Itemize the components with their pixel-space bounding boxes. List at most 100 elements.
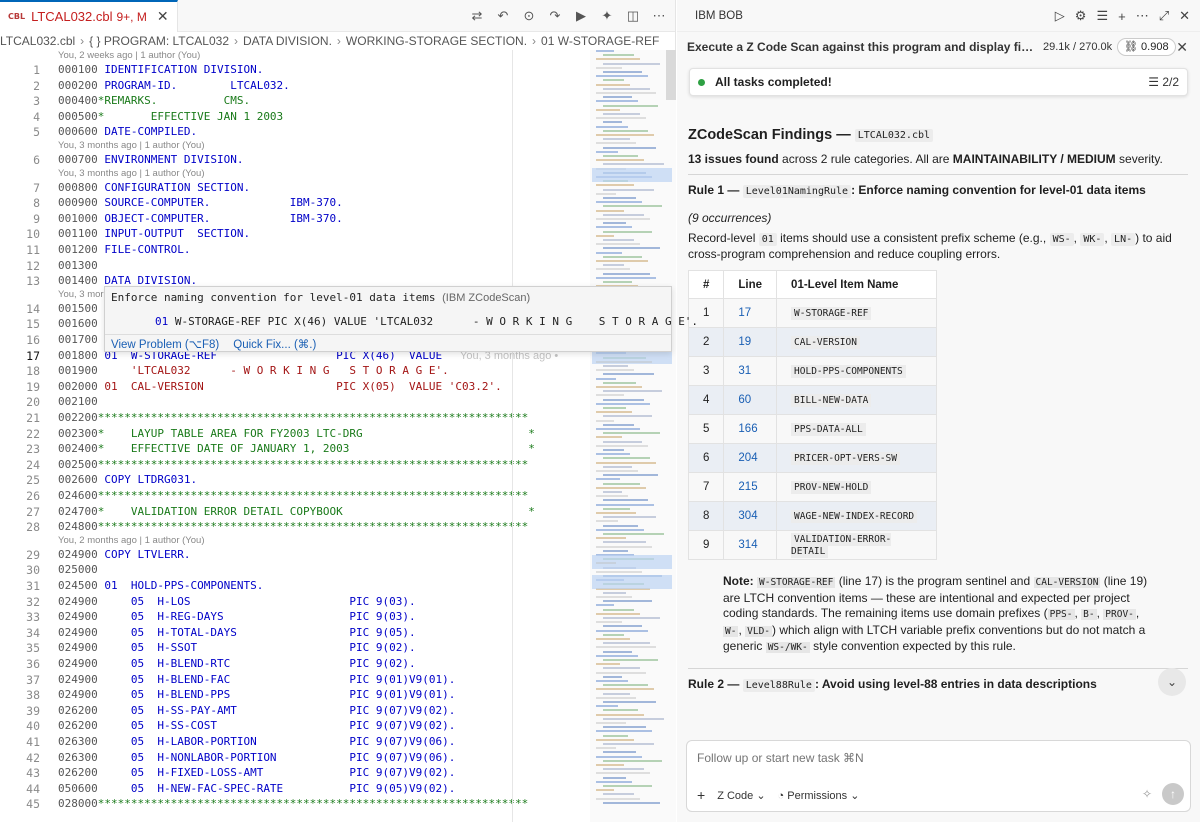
git-blame-annotation[interactable]: You, 2 months ago | 1 author (You) [58, 535, 204, 547]
code-line[interactable]: 41 026300 05 H-LABOR-PORTION PIC 9(07)V9(… [0, 734, 586, 750]
code-line[interactable]: 1 000100 IDENTIFICATION DIVISION. [0, 62, 586, 78]
cell-line-link[interactable]: 60 [723, 385, 778, 415]
code-line[interactable]: 21 002200********************************… [0, 410, 586, 426]
git-blame-annotation[interactable]: You, 2 weeks ago | 1 author (You) [58, 50, 200, 62]
close-task-icon[interactable]: ✕ [1176, 39, 1188, 56]
sparkle-icon[interactable]: ✧ [1142, 787, 1152, 801]
cell-line-link[interactable]: 19 [723, 327, 778, 357]
wand-icon[interactable]: ✦ [599, 8, 615, 24]
code-area[interactable]: You, 2 weeks ago | 1 author (You) 1 000100… [0, 50, 586, 822]
code-line[interactable]: 37 024900 05 H-BLEND-FAC PIC 9(01)V9(01). [0, 672, 586, 688]
scrollbar-thumb[interactable] [666, 50, 676, 100]
code-line[interactable]: 24 002500********************************… [0, 457, 586, 473]
breadcrumb-item[interactable]: 01 W-STORAGE-REF [541, 34, 659, 48]
code-line[interactable]: 30 025000 [0, 562, 586, 578]
plus-icon[interactable]: + [697, 787, 705, 803]
git-blame-annotation[interactable]: You, 3 months ago | 1 author (You) [58, 168, 204, 180]
code-line[interactable]: 25 002600 COPY LTDRG031. [0, 472, 586, 488]
code-line[interactable]: 22 002300* LAYUP TABLE AREA FOR FY2003 LT… [0, 426, 586, 442]
task-bar[interactable]: Execute a Z Code Scan against this progr… [677, 32, 1200, 62]
minimap-line [603, 239, 634, 241]
quick-fix-link[interactable]: Quick Fix... (⌘.) [233, 337, 316, 351]
code-line[interactable]: 45 028000********************************… [0, 796, 586, 812]
code-line[interactable]: 4 000500* EFFECTIVE JAN 1 2003 [0, 109, 586, 125]
play-icon[interactable]: ▷ [1055, 8, 1065, 24]
cell-line-link[interactable]: 215 [723, 472, 778, 502]
code-line[interactable]: 6 000700 ENVIRONMENT DIVISION. [0, 152, 586, 168]
minimap-line [603, 726, 646, 729]
minimap-line [603, 608, 634, 611]
code-line[interactable]: 35 024900 05 H-SSOT PIC 9(02). [0, 640, 586, 656]
view-problem-link[interactable]: View Problem (⌥F8) [111, 337, 219, 351]
code-line[interactable]: 27 024700* VALIDATION ERROR DETAIL COPYBO… [0, 504, 586, 520]
code-line[interactable]: 20 002100 [0, 394, 586, 410]
breadcrumb-file[interactable]: LTCAL032.cbl [0, 34, 75, 48]
dot-icon[interactable]: ⊙ [521, 8, 537, 24]
code-line[interactable]: 2 000200 PROGRAM-ID. LTCAL032. [0, 78, 586, 94]
code-line[interactable]: 43 026200 05 H-FIXED-LOSS-AMT PIC 9(07)V9… [0, 765, 586, 781]
close-icon[interactable]: ✕ [1179, 8, 1190, 24]
cell-line-link[interactable]: 204 [723, 443, 778, 473]
compare-icon[interactable]: ⇄ [469, 8, 485, 24]
findings-content[interactable]: ZCodeScan Findings — LTCAL032.cbl 13 iss… [677, 118, 1200, 712]
plus-icon[interactable]: + [1118, 9, 1126, 24]
task-status-card[interactable]: All tasks completed! ☰ 2/2 [689, 68, 1188, 96]
breadcrumb-working-storage[interactable]: WORKING-STORAGE SECTION. [346, 34, 527, 48]
mode-select[interactable]: Z Code ⌄ [717, 789, 765, 802]
go-forward-icon[interactable]: ↷ [547, 8, 563, 24]
cell-line-link[interactable]: 304 [723, 501, 778, 531]
go-back-icon[interactable]: ↶ [495, 8, 511, 24]
cell-line-link[interactable]: 314 [723, 530, 778, 560]
send-button[interactable]: ↑ [1162, 783, 1184, 805]
code-line[interactable]: 29 024900 COPY LTVLERR. [0, 547, 586, 563]
breadcrumb-data-division[interactable]: DATA DIVISION. [243, 34, 332, 48]
code-line[interactable]: 10 001100 INPUT-OUTPUT SECTION. [0, 226, 586, 242]
code-line[interactable]: 11 001200 FILE-CONTROL. [0, 242, 586, 258]
checklist-icon[interactable]: ☰ [1096, 8, 1108, 24]
code-line[interactable]: 8 000900 SOURCE-COMPUTER. IBM-370. [0, 195, 586, 211]
code-line[interactable]: 38 024900 05 H-BLEND-PPS PIC 9(01)V9(01). [0, 687, 586, 703]
minimap-line [603, 398, 644, 401]
cell-line-link[interactable]: 17 [723, 298, 778, 328]
code-line[interactable]: 7 000800 CONFIGURATION SECTION. [0, 180, 586, 196]
code-line[interactable]: 42 026300 05 H-NONLABOR-PORTION PIC 9(07)… [0, 750, 586, 766]
more-icon[interactable]: ⋯ [651, 8, 667, 24]
code-line[interactable]: 3 000400*REMARKS. CMS. [0, 93, 586, 109]
minimap-line [596, 671, 646, 674]
cell-line-link[interactable]: 31 [723, 356, 778, 386]
code-line[interactable]: 18 001900 'LTCAL032 - W O R K I N G S T O… [0, 363, 586, 379]
breadcrumb-program[interactable]: { } PROGRAM: LTCAL032 [89, 34, 229, 48]
code-line[interactable]: 5 000600 DATE-COMPILED. [0, 124, 586, 140]
code-line[interactable]: 44 050600 05 H-NEW-FAC-SPEC-RATE PIC 9(05… [0, 781, 586, 797]
minimap-line [603, 62, 660, 65]
expand-icon[interactable]: ⤢ [1159, 8, 1169, 24]
close-icon[interactable]: ✕ [157, 8, 169, 25]
tab-ltcal032[interactable]: CBL LTCAL032.cbl 9+, M ✕ [0, 0, 178, 32]
more-icon[interactable]: ⋯ [1136, 8, 1149, 24]
minimap[interactable] [590, 50, 676, 822]
code-line[interactable]: 34 024900 05 H-TOTAL-DAYS PIC 9(05). [0, 625, 586, 641]
cell-line-link[interactable]: 166 [723, 414, 778, 444]
task-title[interactable]: Execute a Z Code Scan against this progr… [687, 40, 1037, 54]
chat-input[interactable] [697, 751, 1177, 765]
code-line[interactable]: 19 002000 01 CAL-VERSION PIC X(05) VALUE … [0, 379, 586, 395]
code-line[interactable]: 32 024900 05 H-LOS PIC 9(03). [0, 594, 586, 610]
code-line[interactable]: 31 024500 01 HOLD-PPS-COMPONENTS. [0, 578, 586, 594]
scroll-down-button[interactable]: ⌄ [1158, 668, 1186, 696]
code-line[interactable]: 12 001300 [0, 258, 586, 274]
git-blame-annotation[interactable]: You, 3 months ago | 1 author (You) [58, 140, 204, 152]
gear-icon[interactable]: ⚙ [1075, 8, 1087, 24]
git-blame-annotation[interactable]: You, 3 mor [58, 289, 104, 301]
split-editor-icon[interactable]: ◫ [625, 8, 641, 24]
code-line[interactable]: 33 024900 05 H-REG-DAYS PIC 9(03). [0, 609, 586, 625]
code-line[interactable]: 36 024900 05 H-BLEND-RTC PIC 9(02). [0, 656, 586, 672]
code-line[interactable]: 40 026200 05 H-SS-COST PIC 9(07)V9(02). [0, 718, 586, 734]
permissions-select[interactable]: ◔ Permissions ⌄ [778, 789, 860, 802]
code-line[interactable]: 23 002400* EFFECTIVE DATE OF JANUARY 1, 2… [0, 441, 586, 457]
run-icon[interactable]: ▶ [573, 8, 589, 24]
code-line[interactable]: 28 024800********************************… [0, 519, 586, 535]
hover-actions: View Problem (⌥F8) Quick Fix... (⌘.) [105, 334, 671, 352]
code-line[interactable]: 9 001000 OBJECT-COMPUTER. IBM-370. [0, 211, 586, 227]
code-line[interactable]: 39 026200 05 H-SS-PAY-AMT PIC 9(07)V9(02)… [0, 703, 586, 719]
code-line[interactable]: 26 024600********************************… [0, 488, 586, 504]
